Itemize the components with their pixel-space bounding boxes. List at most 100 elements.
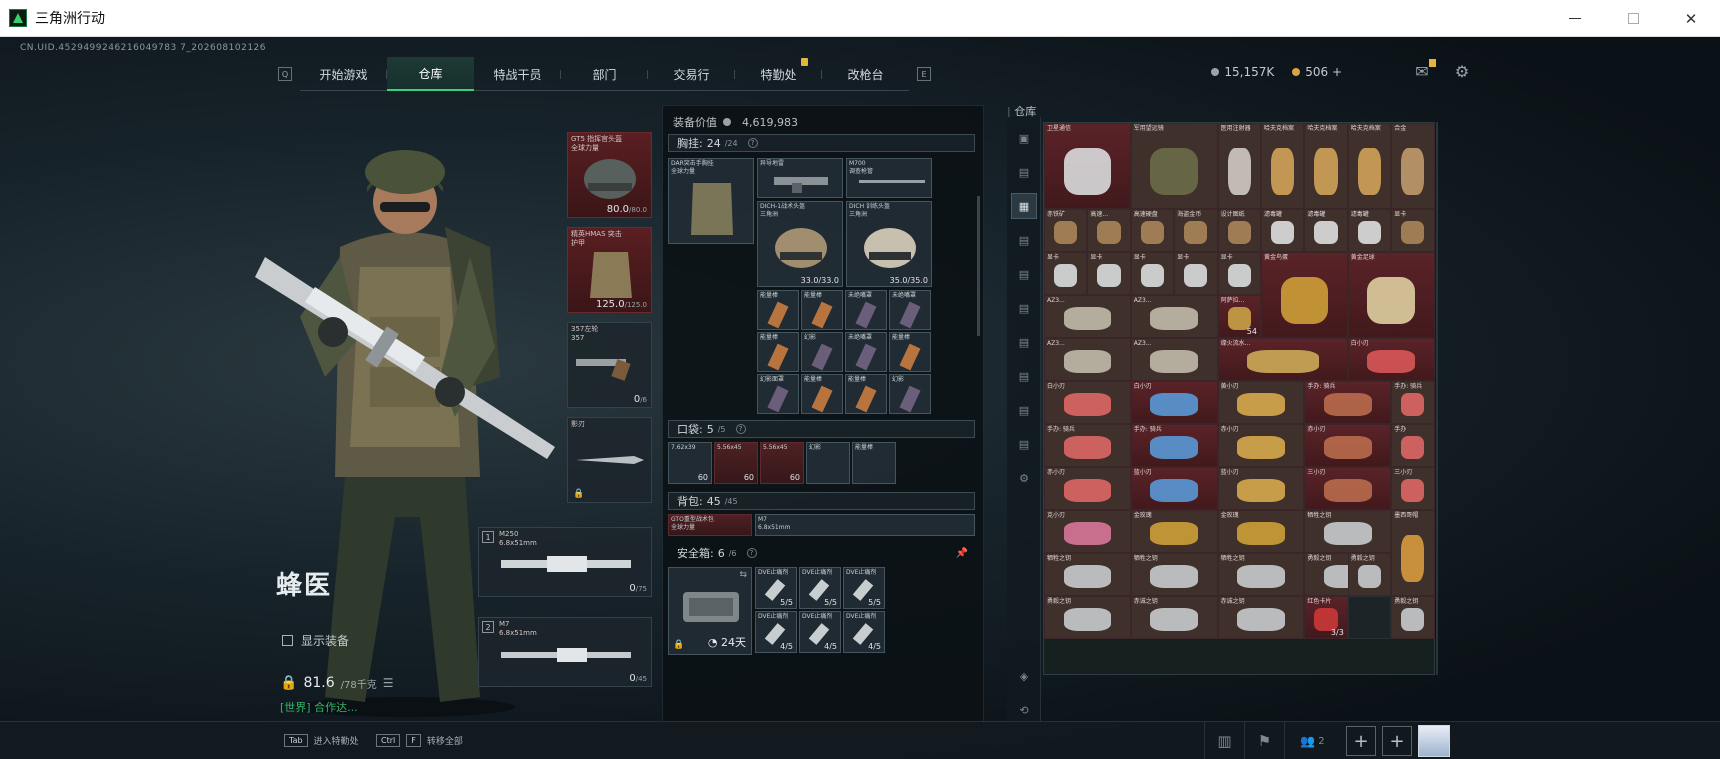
chest-small-item[interactable]: 未绝嘴罩 [845, 332, 887, 372]
pocket-item[interactable]: 7.62x39 60 [668, 442, 712, 484]
secondary-weapon-slot[interactable]: 2 M7 6.8x51mm 0/45 [478, 617, 652, 687]
warehouse-item[interactable]: 勇毅之钥 [1391, 596, 1435, 639]
settings-gear-icon[interactable]: ⚙ [1452, 61, 1472, 81]
warehouse-item[interactable]: 滤毒罐 [1261, 209, 1305, 252]
tab-warehouse[interactable]: 仓库 [387, 57, 474, 91]
warehouse-item[interactable]: 显卡 [1130, 252, 1175, 295]
warehouse-item[interactable]: 滤毒罐 [1304, 209, 1348, 252]
pocket-item[interactable]: 5.56x45 60 [760, 442, 804, 484]
show-equipment-checkbox[interactable] [282, 635, 293, 646]
help-icon[interactable]: ? [747, 138, 758, 148]
pistol-slot[interactable]: 357左轮 357 0/6 [567, 322, 652, 408]
pocket-item[interactable]: 5.56x45 60 [714, 442, 758, 484]
warehouse-item[interactable]: 红色卡片 3/3 [1304, 596, 1348, 639]
warehouse-item[interactable]: 军用望远镜 [1130, 123, 1218, 209]
warehouse-item[interactable]: AZ3... [1130, 295, 1218, 338]
chest-small-item[interactable]: 能量棒 [845, 374, 887, 414]
add-teammate-button[interactable]: + [1346, 726, 1376, 756]
warehouse-item[interactable]: 牺牲之钥 [1130, 553, 1218, 596]
warehouse-item[interactable]: 牺牲之钥 [1217, 553, 1305, 596]
warehouse-item[interactable]: 三小刃 [1304, 467, 1392, 510]
chest-small-item[interactable]: 幻影面罩 [757, 374, 799, 414]
chest-small-item[interactable]: 能量棒 [801, 374, 843, 414]
pocket-item[interactable]: 幻影 [806, 442, 850, 484]
warehouse-item[interactable]: 赤小刃 [1044, 467, 1131, 510]
warehouse-tab-8-icon[interactable]: ▤ [1011, 397, 1037, 423]
chest-item-mine[interactable]: 异导地雷 [757, 158, 843, 198]
warehouse-item[interactable]: 高速... [1087, 209, 1131, 252]
nav-next-key[interactable]: E [917, 67, 931, 81]
player-avatar[interactable] [1418, 725, 1450, 757]
flag-icon[interactable]: ⚑ [1244, 722, 1284, 759]
warehouse-tab-4-icon[interactable]: ▤ [1011, 261, 1037, 287]
warehouse-item[interactable]: 哈夫克档案 [1261, 123, 1305, 209]
warehouse-item[interactable]: 黄小刃 [1217, 381, 1305, 424]
warehouse-item[interactable]: 显卡 [1174, 252, 1218, 295]
warehouse-tab-3-icon[interactable]: ▤ [1011, 227, 1037, 253]
help-icon[interactable]: ? [746, 548, 757, 558]
add-teammate-button-2[interactable]: + [1382, 726, 1412, 756]
warehouse-item[interactable]: AZ3... [1044, 338, 1131, 381]
warehouse-item[interactable]: 赤诚之钥 [1217, 596, 1305, 639]
helmet-slot[interactable]: GT5 指挥官头盔 全球力量 80.0/80.0 [567, 132, 652, 218]
stats-chart-icon[interactable]: ▥ [1204, 722, 1244, 759]
chest-small-item[interactable]: 幻影 [801, 332, 843, 372]
warehouse-item[interactable]: 合金 [1391, 123, 1435, 209]
gold-currency[interactable]: 506 + [1292, 65, 1342, 79]
safebox-item[interactable]: DVE止痛剂 5/5 [755, 567, 797, 609]
chest-small-item[interactable]: 幻影 [889, 374, 931, 414]
tab-special-ops[interactable]: 特勤处 [735, 57, 822, 91]
warehouse-item[interactable]: 黄金足球 [1347, 252, 1435, 338]
warehouse-item[interactable]: 蓝小刃 [1130, 467, 1218, 510]
warehouse-tab-9-icon[interactable]: ▤ [1011, 431, 1037, 457]
show-equipment-toggle[interactable]: 显示装备 [282, 632, 349, 649]
empty-slot[interactable] [1347, 596, 1392, 639]
warehouse-item[interactable]: 三小刃 [1391, 467, 1435, 510]
chest-small-item[interactable]: 能量棒 [757, 290, 799, 330]
melee-slot[interactable]: 影刃 🔒 [567, 417, 652, 503]
pin-icon[interactable]: 📌 [956, 548, 968, 559]
tab-trade[interactable]: 交易行 [648, 57, 735, 91]
chest-small-item[interactable]: 未绝嘴罩 [845, 290, 887, 330]
safebox-item[interactable]: DVE止痛剂 4/5 [799, 611, 841, 653]
pocket-item[interactable]: 能量棒 [852, 442, 896, 484]
hint-special-ops[interactable]: Tab 进入特勤处 [284, 734, 359, 747]
close-button[interactable]: ✕ [1662, 0, 1720, 37]
chest-rig-item[interactable]: DAR突击手胸挂 全球力量 [668, 158, 754, 244]
warehouse-item[interactable]: 金玫瑰 [1130, 510, 1218, 553]
tab-operators[interactable]: 特战干员 [474, 57, 561, 91]
warehouse-item[interactable]: 牺牲之钥 [1044, 553, 1131, 596]
warehouse-item[interactable]: 白小刃 [1347, 338, 1435, 381]
warehouse-item[interactable]: 赤小刃 [1217, 424, 1305, 467]
warehouse-settings-gear-icon[interactable]: ⚙ [1011, 465, 1037, 491]
warehouse-item[interactable]: 设计图纸 [1217, 209, 1261, 252]
warehouse-tab-5-icon[interactable]: ▤ [1011, 295, 1037, 321]
warehouse-item[interactable]: 牺牲之钥 [1304, 510, 1392, 553]
warehouse-item[interactable]: 克小刃 [1044, 510, 1131, 553]
warehouse-item[interactable]: AZ3... [1130, 338, 1218, 381]
warehouse-item[interactable]: 手办 [1391, 424, 1435, 467]
world-chat-preview[interactable]: [世界] 合作达... [280, 699, 358, 715]
safebox-item[interactable]: DVE止痛剂 5/5 [843, 567, 885, 609]
warehouse-item[interactable]: 海盗金币 [1174, 209, 1218, 252]
warehouse-item[interactable]: 阿萨拉... 54 [1217, 295, 1261, 338]
warehouse-item[interactable]: 缘火流水... [1217, 338, 1348, 381]
warehouse-sort-icon[interactable]: ⟲ [1011, 697, 1037, 723]
warehouse-tab-2-icon[interactable]: ▦ [1011, 193, 1037, 219]
warehouse-item[interactable]: 卫星通信 [1044, 123, 1131, 209]
chest-small-item[interactable]: 未绝嘴罩 [889, 290, 931, 330]
warehouse-item[interactable]: 手办: 骑兵 [1044, 424, 1131, 467]
warehouse-tab-1-icon[interactable]: ▤ [1011, 159, 1037, 185]
chest-small-item[interactable]: 能量棒 [889, 332, 931, 372]
maximize-button[interactable] [1604, 0, 1662, 37]
tab-start-game[interactable]: 开始游戏 [300, 57, 387, 91]
chest-small-item[interactable]: 能量棒 [801, 290, 843, 330]
warehouse-item[interactable]: 赤诚之钥 [1130, 596, 1218, 639]
chest-item-m700[interactable]: M700 调查枪管 [846, 158, 932, 198]
mail-icon[interactable]: ✉ [1412, 59, 1436, 81]
tab-gunsmith[interactable]: 改枪台 [822, 57, 909, 91]
backpack-rifle-item[interactable]: M7 6.8x51mm [755, 514, 975, 536]
safebox-item[interactable]: DVE止痛剂 4/5 [755, 611, 797, 653]
warehouse-item[interactable]: 医用注射器 [1217, 123, 1261, 209]
warehouse-scrollbar[interactable] [1436, 122, 1438, 675]
